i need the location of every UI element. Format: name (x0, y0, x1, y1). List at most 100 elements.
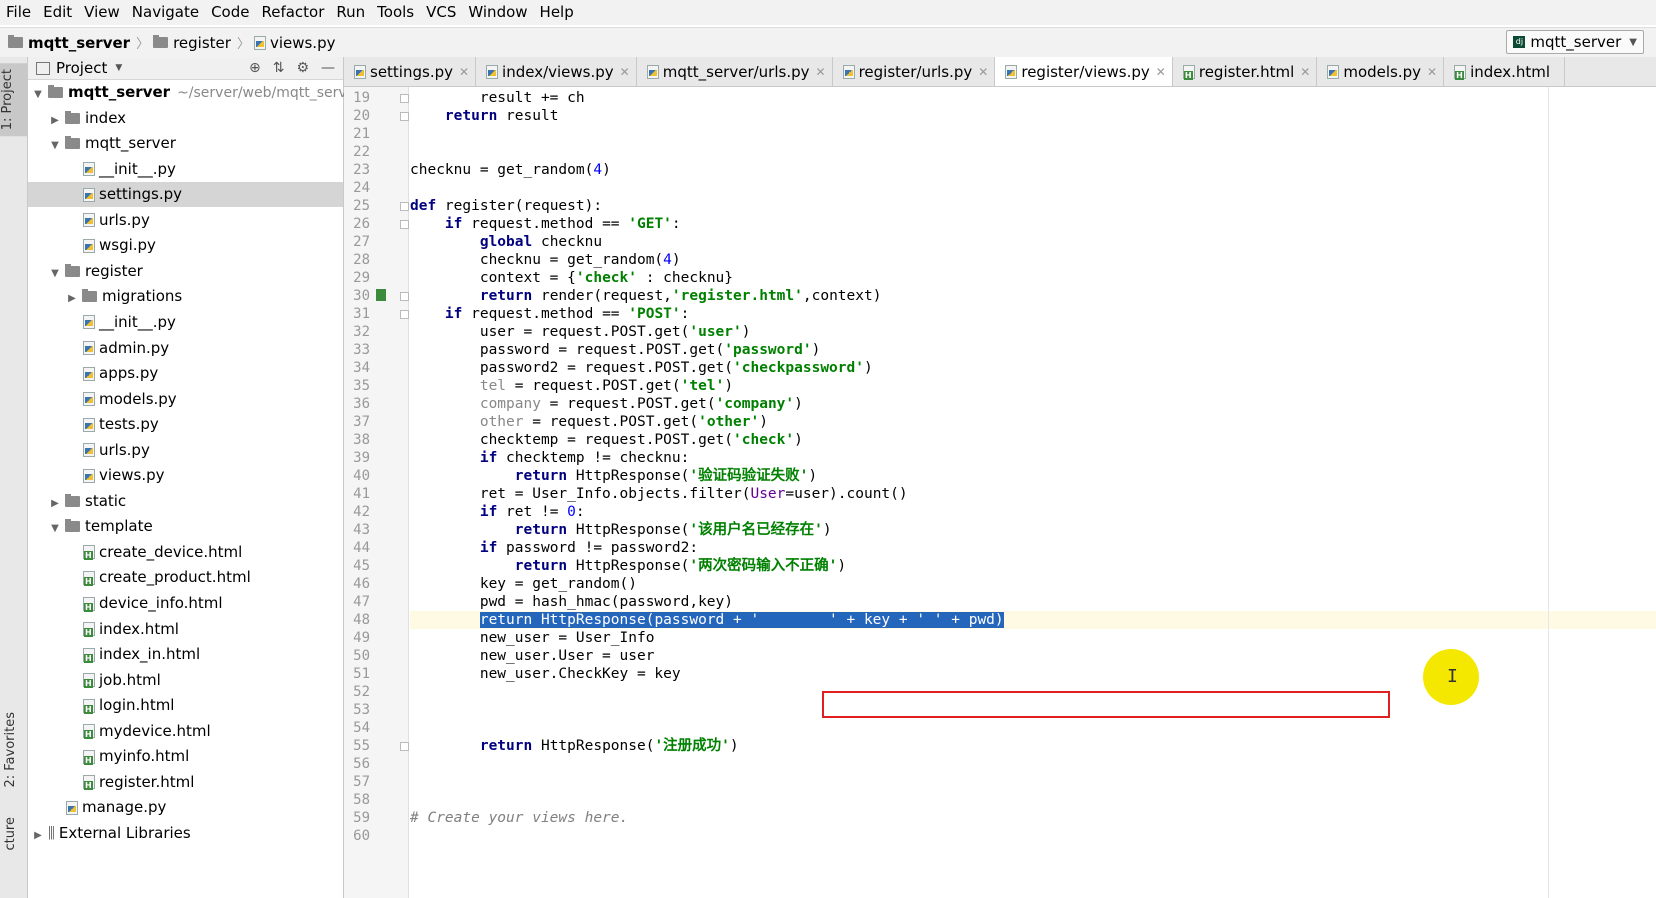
fold-marker-icon[interactable] (400, 202, 409, 211)
fold-marker-icon[interactable] (400, 292, 409, 301)
tree-item[interactable]: ▶ migrations (28, 284, 343, 309)
tree-item[interactable]: myinfo.html (28, 744, 343, 769)
hide-icon[interactable]: — (321, 60, 335, 76)
editor-tab[interactable]: settings.py ✕ (344, 57, 477, 86)
project-panel-title[interactable]: Project (56, 59, 107, 77)
tree-item[interactable]: models.py (28, 387, 343, 412)
fold-marker-icon[interactable] (400, 112, 409, 121)
close-tab-icon[interactable]: ✕ (620, 65, 630, 79)
tree-item[interactable]: create_product.html (28, 565, 343, 590)
tree-item[interactable]: urls.py (28, 438, 343, 463)
code-area[interactable]: result += ch return result checknu = get_… (410, 87, 1656, 898)
locate-icon[interactable]: ⊕ (249, 60, 261, 76)
close-tab-icon[interactable]: ✕ (1427, 65, 1437, 79)
collapsed-arrow-icon[interactable]: ▶ (66, 286, 78, 311)
menu-help[interactable]: Help (534, 0, 580, 25)
run-config-select[interactable]: dj mqtt_server ▼ (1506, 30, 1644, 54)
code-line: return render(request,'register.html',co… (410, 287, 882, 305)
close-tab-icon[interactable]: ✕ (816, 65, 826, 79)
expanded-arrow-icon[interactable]: ▼ (49, 261, 61, 286)
menu-code[interactable]: Code (205, 0, 255, 25)
fold-marker-icon[interactable] (400, 742, 409, 751)
tree-item[interactable]: __init__.py (28, 310, 343, 335)
structure-tool-tab[interactable]: cture (3, 817, 18, 851)
breadcrumb-project[interactable]: mqtt_server (28, 34, 130, 52)
fold-marker-icon[interactable] (400, 310, 409, 319)
tree-item[interactable]: __init__.py (28, 157, 343, 182)
menu-tools[interactable]: Tools (371, 0, 420, 25)
tree-item[interactable]: ▼ template (28, 514, 343, 539)
editor-tab[interactable]: models.py ✕ (1317, 57, 1445, 86)
line-number: 41 (353, 486, 370, 502)
tree-item[interactable]: ▶ ⫼ External Libraries (28, 821, 343, 846)
tree-item[interactable]: settings.py (28, 182, 343, 208)
tree-item[interactable]: device_info.html (28, 591, 343, 616)
gear-icon[interactable]: ⚙ (296, 60, 309, 76)
tree-item[interactable]: admin.py (28, 336, 343, 361)
tree-item[interactable]: register.html (28, 770, 343, 795)
tree-item[interactable]: urls.py (28, 208, 343, 233)
close-tab-icon[interactable]: ✕ (1156, 65, 1166, 79)
menu-navigate[interactable]: Navigate (126, 0, 205, 25)
run-config-label: mqtt_server (1530, 33, 1622, 51)
fold-marker-icon[interactable] (400, 94, 409, 103)
tree-item[interactable]: wsgi.py (28, 233, 343, 258)
collapsed-arrow-icon[interactable]: ▶ (49, 491, 61, 516)
tree-item[interactable]: views.py (28, 463, 343, 488)
code-editor[interactable]: 19 20 21 22 23 24 25 26 27 28 29 30 31 32 33 34 35 36 37 38… (344, 87, 1656, 898)
fold-marker-icon[interactable] (400, 220, 409, 229)
tree-item[interactable]: login.html (28, 693, 343, 718)
tree-item[interactable]: job.html (28, 668, 343, 693)
editor-tab[interactable]: index/views.py ✕ (476, 57, 637, 86)
collapsed-arrow-icon[interactable]: ▶ (49, 108, 61, 133)
tree-item[interactable]: ▶ index (28, 106, 343, 131)
code-token: ) (822, 522, 832, 538)
editor-tab[interactable]: register.html ✕ (1173, 57, 1318, 86)
code-token: =user).count() (785, 486, 908, 502)
python-file-icon (83, 238, 95, 253)
menu-refactor[interactable]: Refactor (255, 0, 330, 25)
close-tab-icon[interactable]: ✕ (459, 65, 469, 79)
collapsed-arrow-icon[interactable]: ▶ (32, 823, 44, 848)
menu-file[interactable]: File (0, 0, 37, 25)
tree-item[interactable]: ▼ mqtt_server (28, 131, 343, 156)
menu-edit[interactable]: Edit (37, 0, 78, 25)
editor-tab[interactable]: register/urls.py ✕ (833, 57, 996, 86)
highlight-annotation-box (822, 691, 1390, 718)
menu-view[interactable]: View (78, 0, 126, 25)
close-tab-icon[interactable]: ✕ (1300, 65, 1310, 79)
project-tool-tab[interactable]: 1: Project (0, 63, 27, 137)
code-token: return (514, 522, 568, 538)
tree-item[interactable]: tests.py (28, 412, 343, 437)
menu-window[interactable]: Window (462, 0, 533, 25)
close-tab-icon[interactable]: ✕ (978, 65, 988, 79)
menu-vcs[interactable]: VCS (420, 0, 462, 25)
menu-run[interactable]: Run (330, 0, 371, 25)
tree-item[interactable]: manage.py (28, 795, 343, 820)
tree-item[interactable]: mydevice.html (28, 719, 343, 744)
tree-item[interactable]: create_device.html (28, 540, 343, 565)
collapse-all-icon[interactable]: ⇅ (273, 60, 285, 76)
tree-item[interactable]: index.html (28, 617, 343, 642)
line-number: 27 (353, 234, 370, 250)
tree-item[interactable]: ▼ register (28, 259, 343, 284)
favorites-tool-tab[interactable]: 2: Favorites (3, 712, 18, 788)
breadcrumb-file[interactable]: views.py (270, 34, 336, 52)
expanded-arrow-icon[interactable]: ▼ (32, 82, 44, 107)
expanded-arrow-icon[interactable]: ▼ (49, 133, 61, 158)
line-number: 42 (353, 504, 370, 520)
tree-item[interactable]: ▼ mqtt_server ~/server/web/mqtt_server (28, 80, 361, 107)
tree-item-label: device_info.html (99, 594, 223, 612)
tree-item[interactable]: ▶ static (28, 489, 343, 514)
tree-item[interactable]: apps.py (28, 361, 343, 386)
editor-tab[interactable]: mqtt_server/urls.py ✕ (637, 57, 833, 86)
editor-tab[interactable]: register/views.py ✕ (995, 57, 1173, 86)
template-link-icon[interactable] (376, 289, 386, 301)
chevron-down-icon[interactable]: ▼ (115, 63, 122, 73)
breadcrumb-folder[interactable]: register (173, 34, 231, 52)
editor-tab[interactable]: index.html (1444, 57, 1566, 86)
code-token: 'check' (575, 270, 637, 286)
tree-item[interactable]: index_in.html (28, 642, 343, 667)
expanded-arrow-icon[interactable]: ▼ (49, 516, 61, 541)
